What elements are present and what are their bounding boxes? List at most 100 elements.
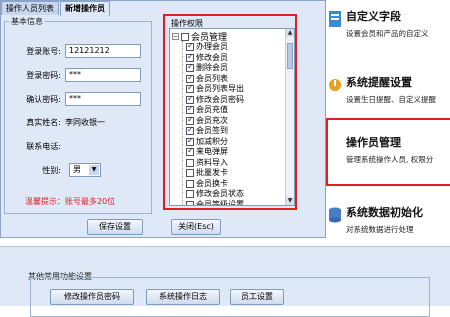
confirm-password-input[interactable]: ***	[65, 92, 141, 106]
login-account-input[interactable]: 12121212	[65, 44, 141, 58]
feature-desc: 设置生日提醒、自定义提醒	[346, 95, 436, 104]
tab-operator-list[interactable]: 操作人员列表	[1, 1, 59, 15]
collapse-icon[interactable]: −	[172, 33, 179, 40]
basic-info-group: 基本信息 登录账号: 12121212 登录密码: *** 确认密码: *** …	[4, 16, 153, 214]
permission-label: 批量发卡	[196, 168, 228, 177]
permission-checkbox[interactable]	[186, 104, 194, 114]
permission-checkbox[interactable]	[186, 169, 194, 177]
permission-item[interactable]: 加减积分	[186, 136, 228, 147]
permission-label: 来电弹屏	[196, 147, 228, 156]
permission-label: 会员列表	[196, 73, 228, 83]
tree-guide-line	[182, 41, 183, 205]
permission-label: 会员充值	[196, 105, 228, 114]
permission-checkbox[interactable]	[186, 94, 194, 104]
permission-item[interactable]: 修改会员密码	[186, 94, 244, 105]
data-init-icon	[329, 207, 341, 223]
permission-checkbox[interactable]	[186, 73, 194, 83]
account-hint: 温馨提示：账号最多20位	[25, 197, 116, 206]
permission-item[interactable]: 会员换卡	[186, 179, 228, 189]
gender-select[interactable]: 男 ▼	[69, 163, 101, 177]
real-name-label: 真实姓名:	[26, 118, 61, 127]
permission-item[interactable]: 会员等级设置	[186, 199, 244, 206]
root-checkbox[interactable]	[181, 32, 189, 41]
custom-field-icon	[329, 11, 341, 27]
permissions-group: 操作权限 − 会员管理 办理会员修改会员删除会员会员列表会员列表导出修改会员密码…	[163, 14, 297, 210]
system-log-button[interactable]: 系统操作日志	[146, 289, 220, 305]
scroll-up-icon[interactable]: ▲	[286, 29, 294, 37]
feature-reminder-settings[interactable]: 系统提醒设置 设置生日提醒、自定义提醒	[326, 66, 450, 110]
permission-label: 加减积分	[196, 136, 228, 146]
chevron-down-icon[interactable]: ▼	[89, 165, 99, 175]
phone-row: 联系电话:	[5, 139, 153, 155]
permission-item[interactable]: 会员充次	[186, 115, 228, 126]
login-password-input[interactable]: ***	[65, 68, 141, 82]
permission-label: 办理会员	[196, 42, 228, 51]
feature-title: 自定义字段	[346, 10, 401, 23]
login-account-row: 登录账号: 12121212	[5, 44, 153, 60]
permission-label: 修改会员密码	[196, 94, 244, 104]
feature-custom-fields[interactable]: 自定义字段 设置会员和产品的自定义	[326, 0, 450, 44]
change-operator-password-button[interactable]: 修改操作员密码	[50, 289, 134, 305]
tree-root-member-management[interactable]: − 会员管理	[172, 31, 227, 43]
permission-item[interactable]: 会员充值	[186, 104, 228, 115]
permissions-tree[interactable]: − 会员管理 办理会员修改会员删除会员会员列表会员列表导出修改会员密码会员充值会…	[169, 28, 295, 206]
operator-management-highlight	[326, 118, 450, 186]
permission-checkbox[interactable]	[186, 200, 194, 205]
real-name-row: 真实姓名: 李同收银一	[5, 115, 153, 131]
permission-label: 修改会员	[196, 52, 228, 62]
permission-checkbox[interactable]	[186, 83, 194, 93]
permission-label: 会员签到	[196, 126, 228, 135]
permission-item[interactable]: 资料导入	[186, 158, 228, 168]
permission-item[interactable]: 来电弹屏	[186, 146, 228, 157]
tab-bar: 操作人员列表 新增操作员	[1, 1, 111, 16]
save-settings-button[interactable]: 保存设置	[87, 219, 143, 235]
permission-item[interactable]: 办理会员	[186, 41, 228, 52]
login-password-label: 登录密码:	[26, 71, 61, 80]
close-button[interactable]: 关闭(Esc)	[171, 219, 221, 235]
permission-label: 会员充次	[196, 115, 228, 125]
tab-add-operator[interactable]: 新增操作员	[60, 1, 110, 16]
permission-label: 删除会员	[196, 63, 228, 72]
employee-settings-button[interactable]: 员工设置	[230, 289, 284, 305]
scroll-down-icon[interactable]: ▼	[286, 197, 294, 205]
permission-checkbox[interactable]	[186, 136, 194, 146]
permission-checkbox[interactable]	[186, 146, 194, 156]
permissions-scrollbar[interactable]: ▲ ▼	[285, 29, 294, 205]
basic-info-legend: 基本信息	[9, 16, 45, 27]
permission-label: 会员列表导出	[196, 84, 244, 93]
permission-checkbox[interactable]	[186, 158, 194, 167]
permission-label: 会员等级设置	[196, 199, 244, 206]
gender-row: 性别: 男 ▼	[5, 163, 153, 179]
permission-label: 会员换卡	[196, 178, 228, 188]
permission-item[interactable]: 删除会员	[186, 62, 228, 73]
permission-checkbox[interactable]	[186, 179, 194, 188]
permission-item[interactable]: 会员签到	[186, 125, 228, 136]
permission-checkbox[interactable]	[186, 62, 194, 72]
feature-title: 系统数据初始化	[346, 206, 423, 219]
feature-title: 系统提醒设置	[346, 76, 412, 89]
feature-desc: 对系统数据进行处理	[346, 225, 414, 234]
other-settings-panel: 其他常用功能设置 修改操作员密码 系统操作日志 员工设置	[0, 246, 450, 317]
reminder-icon	[329, 79, 341, 91]
permission-checkbox[interactable]	[186, 115, 194, 125]
permission-checkbox[interactable]	[186, 125, 194, 135]
permission-item[interactable]: 批量发卡	[186, 168, 228, 178]
login-account-label: 登录账号:	[26, 47, 61, 56]
real-name-value[interactable]: 李同收银一	[65, 117, 105, 128]
permission-checkbox[interactable]	[186, 190, 194, 198]
permission-item[interactable]: 修改会员状态	[186, 189, 244, 199]
permission-item[interactable]: 修改会员	[186, 52, 228, 63]
confirm-password-row: 确认密码: ***	[5, 92, 153, 108]
permission-checkbox[interactable]	[186, 41, 194, 51]
gender-label: 性别:	[42, 166, 61, 175]
permission-item[interactable]: 会员列表	[186, 73, 228, 84]
confirm-password-label: 确认密码:	[26, 95, 61, 104]
permission-label: 资料导入	[196, 157, 228, 167]
login-password-row: 登录密码: ***	[5, 68, 153, 84]
scroll-thumb[interactable]	[287, 43, 293, 69]
feature-data-init[interactable]: 系统数据初始化 对系统数据进行处理	[326, 196, 450, 240]
bottom-area: 其他常用功能设置 修改操作员密码 系统操作日志 员工设置	[0, 238, 450, 317]
permission-item[interactable]: 会员列表导出	[186, 83, 244, 94]
permission-checkbox[interactable]	[186, 52, 194, 62]
operator-dialog: 操作人员列表 新增操作员 基本信息 登录账号: 12121212 登录密码: *…	[0, 0, 326, 238]
